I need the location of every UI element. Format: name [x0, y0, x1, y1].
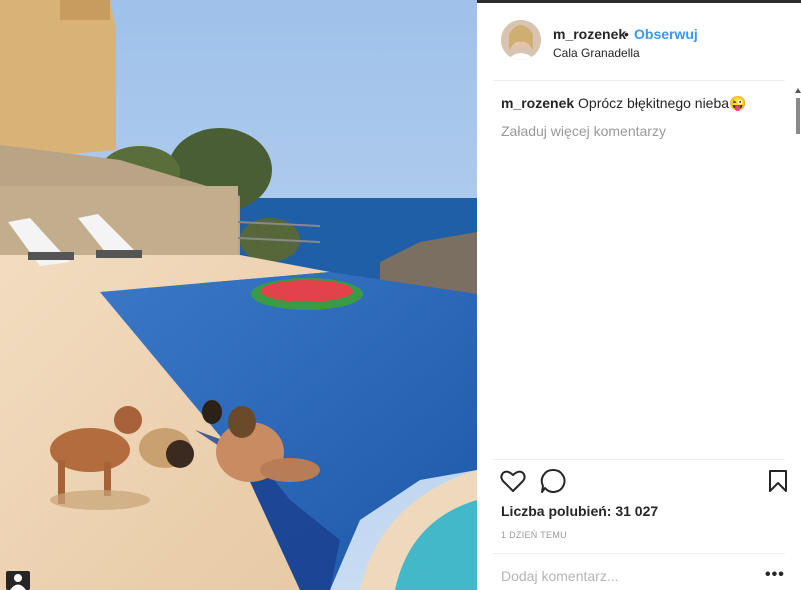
post-timestamp[interactable]: 1 DZIEŃ TEMU: [501, 530, 567, 540]
comment-bubble-icon[interactable]: [540, 468, 566, 499]
caption-text: Oprócz błękitnego nieba😜: [578, 95, 747, 111]
avatar[interactable]: [501, 20, 541, 60]
post-side-panel: m_rozenek • Obserwuj Cala Granadella m_r…: [477, 3, 801, 590]
heart-icon[interactable]: [500, 469, 526, 498]
comment-input[interactable]: [501, 568, 741, 584]
post-photo[interactable]: [0, 0, 477, 590]
separator-dot: •: [624, 26, 629, 42]
location-link[interactable]: Cala Granadella: [553, 46, 640, 60]
scrollbar-indicator[interactable]: [795, 88, 801, 138]
user-tag-icon[interactable]: [6, 571, 30, 590]
caption-username[interactable]: m_rozenek: [501, 95, 574, 111]
load-more-comments-button[interactable]: Załaduj więcej komentarzy: [501, 123, 666, 139]
caption: m_rozenek Oprócz błękitnego nieba😜: [501, 95, 746, 112]
more-options-button[interactable]: •••: [765, 566, 785, 584]
header-divider: [493, 80, 785, 81]
pool-scene-image: [0, 0, 477, 590]
comment-divider: [493, 553, 785, 554]
follow-button[interactable]: Obserwuj: [634, 26, 698, 42]
post-header: m_rozenek • Obserwuj Cala Granadella: [477, 3, 777, 80]
header-username[interactable]: m_rozenek: [553, 26, 626, 42]
actions-divider: [493, 459, 785, 460]
likes-count[interactable]: Liczba polubień: 31 027: [501, 503, 658, 519]
bookmark-icon[interactable]: [768, 469, 788, 498]
